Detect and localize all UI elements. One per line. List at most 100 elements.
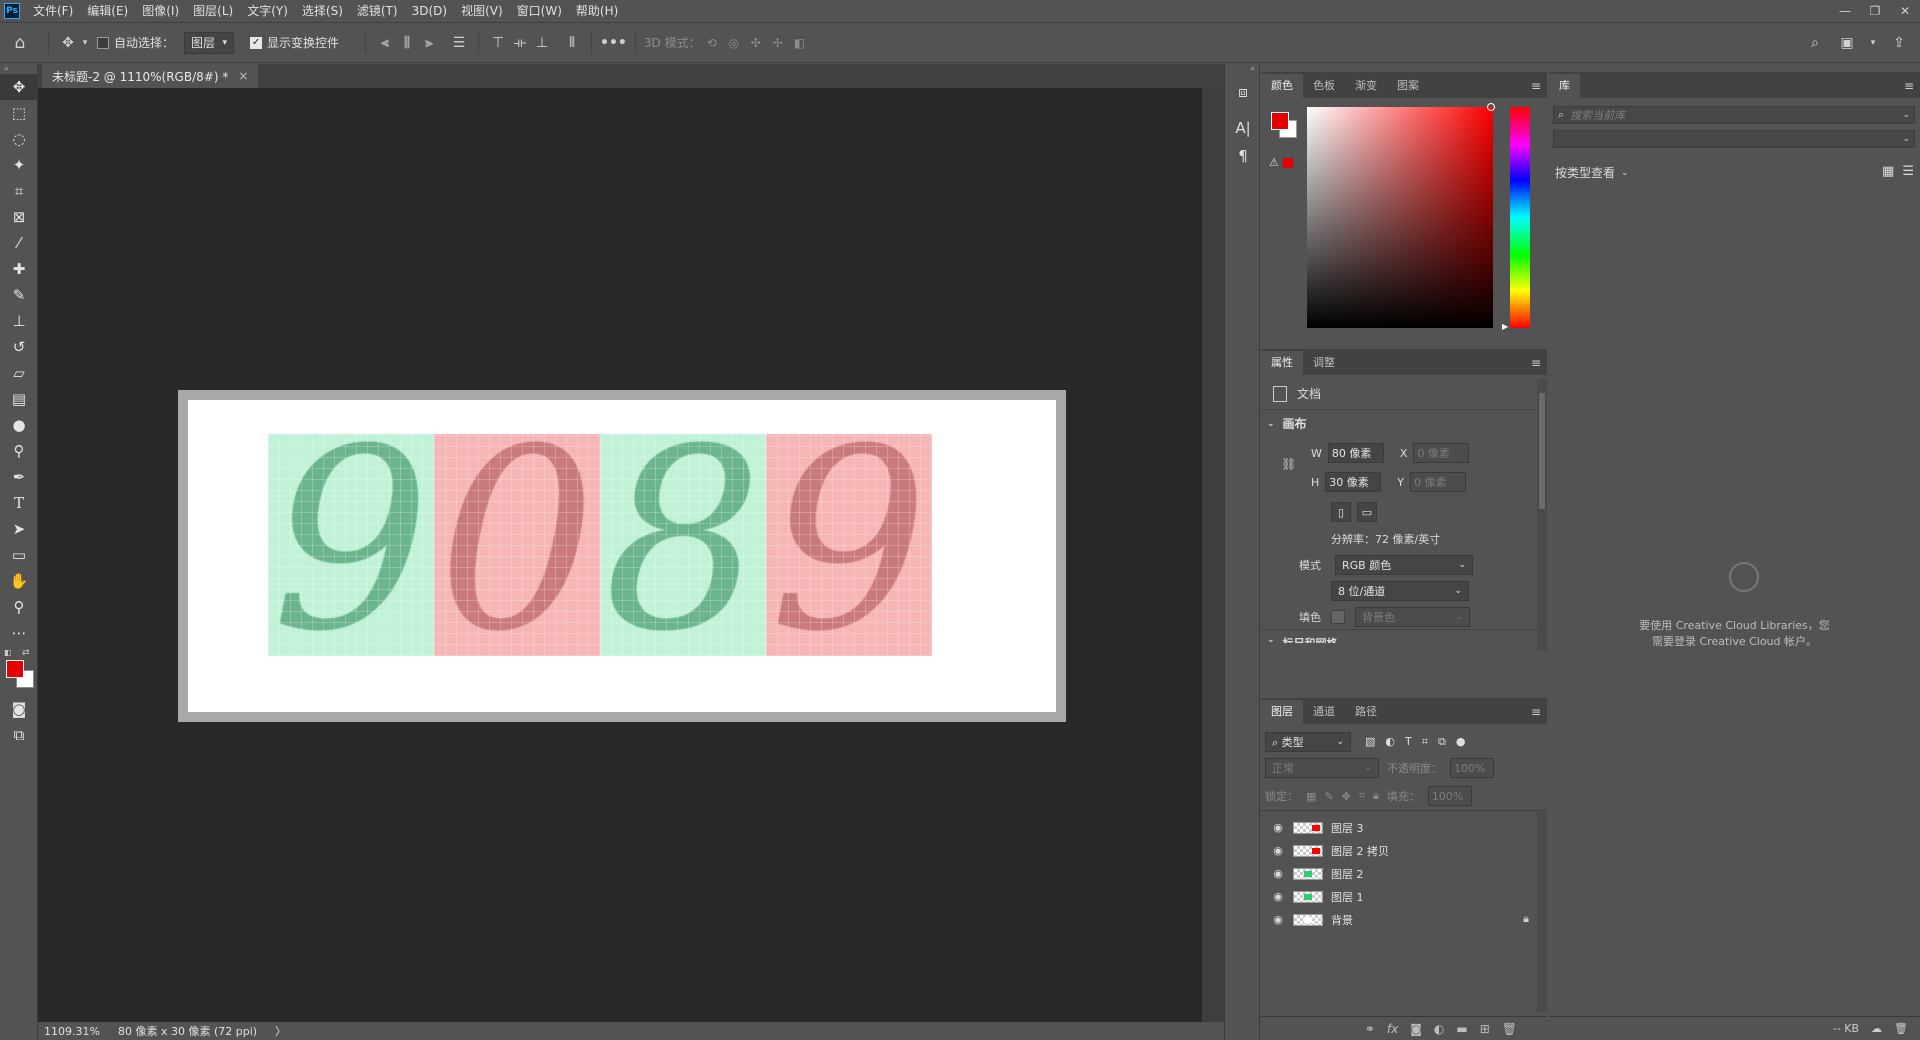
layer-name[interactable]: 图层 2	[1331, 866, 1364, 882]
width-field[interactable]: 80 像素	[1327, 443, 1384, 463]
menu-layer[interactable]: 图层(L)	[186, 0, 240, 22]
lock-transparent-icon[interactable]: ▦	[1306, 790, 1316, 803]
collapse-toolbar-icon[interactable]: »	[0, 64, 37, 74]
opacity-field[interactable]: 100%	[1450, 758, 1494, 778]
filter-adjustment-icon[interactable]: ◐	[1385, 735, 1395, 749]
filter-type-icon[interactable]: T	[1405, 735, 1412, 749]
fill-field[interactable]: 100%	[1427, 786, 1472, 806]
show-transform-checkbox[interactable]: ✓ 显示变换控件	[250, 34, 339, 51]
view-by-type-dropdown[interactable]: 按类型查看 ⌄	[1555, 164, 1629, 181]
list-view-icon[interactable]: ☰	[1902, 164, 1914, 179]
align-right-icon[interactable]: ⫸	[418, 31, 440, 55]
tab-color[interactable]: 颜色	[1261, 74, 1303, 98]
foreground-color-swatch[interactable]	[6, 660, 24, 678]
panel-menu-icon[interactable]: ≡	[1531, 356, 1541, 370]
properties-scrollbar-thumb[interactable]	[1539, 393, 1545, 509]
layer-row[interactable]: ◉ 图层 3	[1267, 816, 1537, 839]
layer-thumbnail[interactable]	[1293, 890, 1323, 903]
filter-shape-icon[interactable]: ⌗	[1422, 735, 1428, 749]
layer-name[interactable]: 背景	[1331, 912, 1353, 928]
distribute-vertical-icon[interactable]: ☰	[448, 31, 470, 55]
rectangle-tool-icon[interactable]: ▭	[0, 542, 38, 568]
tab-swatches[interactable]: 色板	[1303, 74, 1345, 98]
visibility-eye-icon[interactable]: ◉	[1267, 890, 1289, 903]
swap-colors-icon[interactable]: ⇄	[22, 648, 30, 658]
lock-artboard-icon[interactable]: ⌗	[1359, 789, 1365, 803]
panel-menu-icon[interactable]: ≡	[1531, 79, 1541, 93]
pen-tool-icon[interactable]: ✒	[0, 464, 38, 490]
crop-tool-icon[interactable]: ⌗	[0, 178, 38, 204]
document-tab[interactable]: 未标题-2 @ 1110%(RGB/8#) * ×	[42, 64, 259, 88]
visibility-eye-icon[interactable]: ◉	[1267, 913, 1289, 926]
default-colors-icon[interactable]: ◧	[4, 648, 12, 657]
lock-position-icon[interactable]: ✥	[1342, 790, 1351, 803]
3d-roll-icon[interactable]: ◎	[723, 31, 745, 55]
tab-gradients[interactable]: 渐变	[1345, 74, 1387, 98]
zoom-tool-icon[interactable]: ⚲	[0, 594, 38, 620]
3d-orbit-icon[interactable]: ⟲	[701, 31, 723, 55]
blur-tool-icon[interactable]: ●	[0, 412, 38, 438]
healing-brush-tool-icon[interactable]: ✚	[0, 256, 38, 282]
minimize-button[interactable]: —	[1830, 0, 1860, 22]
layer-name[interactable]: 图层 1	[1331, 889, 1364, 905]
menu-3d[interactable]: 3D(D)	[405, 0, 454, 22]
more-options-icon[interactable]: •••	[600, 31, 627, 55]
menu-file[interactable]: 文件(F)	[26, 0, 80, 22]
zoom-level[interactable]: 1109.31%	[44, 1025, 100, 1038]
layer-name[interactable]: 图层 3	[1331, 820, 1364, 836]
gamut-swatch[interactable]	[1283, 158, 1293, 168]
hand-tool-icon[interactable]: ✋	[0, 568, 38, 594]
menu-view[interactable]: 视图(V)	[454, 0, 510, 22]
layer-row[interactable]: ◉ 图层 1	[1267, 885, 1537, 908]
filter-smart-object-icon[interactable]: ⧉	[1438, 735, 1446, 749]
move-tool-icon[interactable]: ✥	[57, 31, 79, 55]
visibility-eye-icon[interactable]: ◉	[1267, 821, 1289, 834]
distribute-horizontal-icon[interactable]: ⦀	[561, 31, 583, 55]
hue-slider[interactable]	[1510, 107, 1530, 328]
panel-menu-icon[interactable]: ≡	[1904, 79, 1914, 93]
character-panel-icon[interactable]: A|	[1225, 114, 1261, 142]
workspace-icon[interactable]: ▣	[1836, 31, 1858, 55]
tab-patterns[interactable]: 图案	[1387, 74, 1429, 98]
type-tool-icon[interactable]: T	[0, 490, 38, 516]
search-icon[interactable]: ⌕	[1804, 31, 1826, 55]
color-field-picker[interactable]	[1487, 103, 1495, 111]
magic-wand-tool-icon[interactable]: ✦	[0, 152, 38, 178]
tab-layers[interactable]: 图层	[1261, 700, 1303, 724]
dodge-tool-icon[interactable]: ⚲	[0, 438, 38, 464]
brush-tool-icon[interactable]: ✎	[0, 282, 38, 308]
layer-filter-select[interactable]: ⌕ 类型 ⌄	[1265, 732, 1351, 752]
home-icon[interactable]: ⌂	[0, 31, 40, 55]
tool-preset-chevron-icon[interactable]: ▾	[79, 31, 91, 55]
menu-image[interactable]: 图像(I)	[135, 0, 186, 22]
align-left-icon[interactable]: ⫷	[374, 31, 396, 55]
layer-thumbnail[interactable]	[1293, 867, 1323, 880]
lock-image-icon[interactable]: ✎	[1324, 790, 1333, 803]
filter-pixel-icon[interactable]: ▧	[1365, 735, 1375, 749]
layer-row[interactable]: ◉ 图层 2 拷贝	[1267, 839, 1537, 862]
canvas-area[interactable]: 9089	[38, 88, 1202, 1022]
height-field[interactable]: 30 像素	[1325, 472, 1382, 492]
tab-libraries[interactable]: 库	[1549, 74, 1580, 98]
3d-slide-icon[interactable]: ✢	[767, 31, 789, 55]
layer-thumbnail[interactable]	[1293, 844, 1323, 857]
collapse-dock-icon[interactable]: «	[1225, 64, 1259, 74]
fill-color-swatch[interactable]	[1331, 610, 1345, 624]
cloud-sync-icon[interactable]: ☁	[1871, 1022, 1882, 1035]
eyedropper-tool-icon[interactable]: ⁄	[0, 230, 38, 256]
tab-channels[interactable]: 通道	[1303, 700, 1345, 724]
menu-help[interactable]: 帮助(H)	[569, 0, 625, 22]
tab-properties[interactable]: 属性	[1261, 351, 1303, 375]
status-menu-arrow[interactable]: 〉	[275, 1023, 286, 1039]
layer-thumbnail[interactable]	[1293, 821, 1323, 834]
lock-all-icon[interactable]: 🔒︎	[1373, 789, 1379, 803]
share-icon[interactable]: ⇪	[1888, 31, 1910, 55]
vertical-scrollbar[interactable]	[1202, 88, 1224, 1022]
auto-select-checkbox[interactable]: 自动选择：	[97, 34, 174, 51]
visibility-eye-icon[interactable]: ◉	[1267, 844, 1289, 857]
clone-stamp-tool-icon[interactable]: ⊥	[0, 308, 38, 334]
new-layer-icon[interactable]: ⊞	[1480, 1022, 1490, 1036]
layer-row[interactable]: ◉ 背景 🔒︎	[1267, 908, 1537, 931]
align-hcenter-icon[interactable]: ⫼	[396, 31, 418, 55]
color-panel-foreground-swatch[interactable]	[1271, 112, 1289, 130]
